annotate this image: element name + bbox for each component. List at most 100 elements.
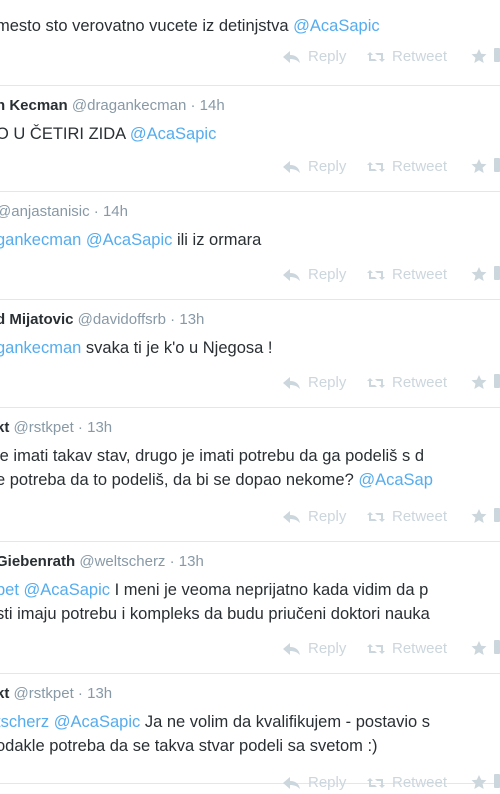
more-icon	[494, 48, 500, 62]
retweet-label: Retweet	[392, 266, 448, 283]
retweet-icon	[366, 159, 386, 175]
reply-button[interactable]: Reply	[282, 774, 346, 791]
author-handle[interactable]: @dragankecman	[68, 97, 186, 114]
mention-link[interactable]: @AcaSapic	[24, 581, 110, 599]
separator-dot: ·	[73, 419, 88, 436]
retweet-label: Retweet	[392, 48, 448, 65]
favorite-button[interactable]	[470, 266, 488, 282]
tweet-header: kt @rstkpet · 13h	[0, 684, 112, 704]
text-segment: sti imaju potrebu i kompleks da budu pri…	[0, 605, 430, 623]
favorite-button[interactable]	[470, 640, 488, 656]
mention-link[interactable]: @AcaSap	[358, 471, 433, 489]
retweet-label: Retweet	[392, 508, 448, 525]
author-name[interactable]: Giebenrath	[0, 553, 75, 570]
author-name[interactable]: n Kecman	[0, 97, 68, 114]
reply-label: Reply	[308, 374, 347, 391]
reply-icon	[282, 775, 302, 791]
favorite-button[interactable]	[470, 48, 488, 64]
text-segment: je imati takav stav, drugo je imati potr…	[0, 447, 425, 465]
mention-link[interactable]: @AcaSapic	[86, 231, 172, 249]
reply-icon	[282, 509, 302, 525]
author-handle[interactable]: @anjastanisic	[0, 203, 90, 220]
retweet-button[interactable]: Retweet	[366, 48, 447, 65]
author-name[interactable]: kt	[0, 685, 9, 702]
retweet-icon	[366, 641, 386, 657]
more-button[interactable]	[494, 374, 500, 388]
tweet-text: sti imaju potrebu i kompleks da budu pri…	[0, 602, 430, 626]
reply-button[interactable]: Reply	[282, 508, 346, 525]
retweet-button[interactable]: Retweet	[366, 374, 447, 391]
author-handle[interactable]: @rstkpet	[9, 419, 74, 436]
tweet[interactable]: mesto sto verovatno vucete iz detinjstva…	[0, 0, 500, 86]
reply-label: Reply	[308, 508, 347, 525]
tweet-timestamp[interactable]: 14h	[103, 203, 128, 220]
tweet-timestamp[interactable]: 13h	[179, 553, 204, 570]
more-button[interactable]	[494, 48, 500, 62]
text-segment: mesto sto verovatno vucete iz detinjstva	[0, 17, 294, 35]
mention-link[interactable]: gankecman	[0, 339, 81, 357]
tweet[interactable]: @anjastanisic · 14h gankecman @AcaSapic i…	[0, 192, 500, 300]
more-button[interactable]	[494, 266, 500, 280]
retweet-button[interactable]: Retweet	[366, 158, 447, 175]
reply-icon	[282, 375, 302, 391]
more-icon	[494, 508, 500, 522]
text-segment: ili iz ormara	[172, 231, 262, 249]
retweet-icon	[366, 49, 386, 65]
tweet-timestamp[interactable]: 13h	[87, 419, 112, 436]
retweet-button[interactable]: Retweet	[366, 508, 447, 525]
text-segment: O U ČETIRI ZIDA	[0, 125, 130, 143]
reply-button[interactable]: Reply	[282, 48, 346, 65]
star-icon	[470, 266, 488, 282]
tweet[interactable]: kt @rstkpet · 13h tscherz @AcaSapic Ja ne…	[0, 674, 500, 791]
more-button[interactable]	[494, 640, 500, 654]
tweet[interactable]: n Kecman @dragankecman · 14h O U ČETIRI Z…	[0, 86, 500, 192]
separator-dot: ·	[73, 685, 88, 702]
author-handle[interactable]: @weltscherz	[75, 553, 165, 570]
tweet-header: Giebenrath @weltscherz · 13h	[0, 552, 204, 572]
star-icon	[470, 158, 488, 174]
retweet-button[interactable]: Retweet	[366, 266, 447, 283]
mention-link[interactable]: @AcaSapic	[293, 17, 379, 35]
mention-link[interactable]: @AcaSapic	[130, 125, 216, 143]
more-icon	[494, 374, 500, 388]
more-button[interactable]	[494, 774, 500, 788]
tweet-header: n Kecman @dragankecman · 14h	[0, 96, 225, 116]
reply-icon	[282, 641, 302, 657]
mention-link[interactable]: gankecman	[0, 231, 81, 249]
favorite-button[interactable]	[470, 158, 488, 174]
tweet[interactable]: d Mijatovic @davidoffsrb · 13h gankecman …	[0, 300, 500, 408]
text-segment: I meni je veoma neprijatno kada vidim da…	[110, 581, 429, 599]
tweet-header: kt @rstkpet · 13h	[0, 418, 112, 438]
author-name[interactable]: kt	[0, 419, 9, 436]
mention-link[interactable]: tscherz	[0, 713, 49, 731]
reply-icon	[282, 159, 302, 175]
tweet-timestamp[interactable]: 14h	[200, 97, 225, 114]
more-button[interactable]	[494, 508, 500, 522]
text-segment: Ja ne volim da kvalifikujem - postavio s	[140, 713, 431, 731]
tweet-timestamp[interactable]: 13h	[87, 685, 112, 702]
reply-button[interactable]: Reply	[282, 640, 346, 657]
tweet-text: e potreba da to podeliš, da bi se dopao …	[0, 468, 433, 492]
author-name[interactable]: d Mijatovic	[0, 311, 74, 328]
mention-link[interactable]: pet	[0, 581, 19, 599]
star-icon	[470, 374, 488, 390]
reply-button[interactable]: Reply	[282, 374, 346, 391]
retweet-button[interactable]: Retweet	[366, 640, 447, 657]
reply-button[interactable]: Reply	[282, 266, 346, 283]
author-handle[interactable]: @davidoffsrb	[74, 311, 166, 328]
author-handle[interactable]: @rstkpet	[9, 685, 74, 702]
more-icon	[494, 266, 500, 280]
favorite-button[interactable]	[470, 508, 488, 524]
reply-button[interactable]: Reply	[282, 158, 346, 175]
retweet-button[interactable]: Retweet	[366, 774, 447, 791]
more-button[interactable]	[494, 158, 500, 172]
tweet[interactable]: Giebenrath @weltscherz · 13h pet @AcaSapi…	[0, 542, 500, 674]
mention-link[interactable]: @AcaSapic	[54, 713, 140, 731]
tweet-timestamp[interactable]: 13h	[179, 311, 204, 328]
tweet[interactable]: kt @rstkpet · 13h je imati takav stav, dr…	[0, 408, 500, 542]
favorite-button[interactable]	[470, 374, 488, 390]
separator-dot: ·	[89, 203, 103, 220]
favorite-button[interactable]	[470, 774, 488, 790]
reply-label: Reply	[308, 266, 347, 283]
separator-dot: ·	[166, 311, 180, 328]
